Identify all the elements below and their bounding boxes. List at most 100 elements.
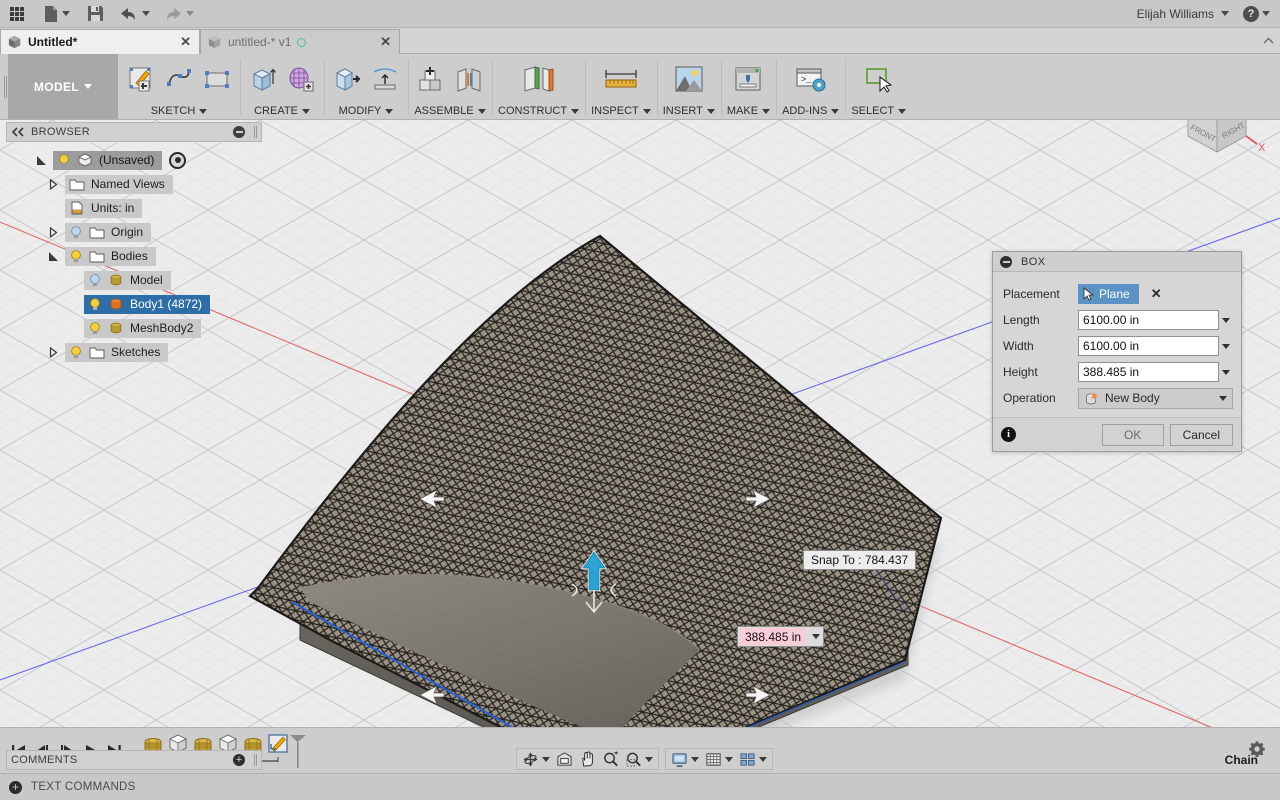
look-at-button[interactable] — [553, 749, 576, 769]
mesh-create-button[interactable] — [284, 62, 318, 96]
lightbulb-off-icon[interactable] — [88, 273, 102, 287]
ribbon-group-modify-label[interactable]: MODIFY — [339, 105, 394, 117]
tree-item-origin[interactable]: Origin — [6, 220, 262, 244]
cancel-button[interactable]: Cancel — [1170, 424, 1233, 446]
app-grid-button[interactable] — [0, 1, 34, 27]
tree-item-unsaved[interactable]: (Unsaved) — [6, 148, 262, 172]
ribbon-group-make-label[interactable]: MAKE — [727, 105, 770, 117]
tree-item-units[interactable]: Units: in — [6, 196, 262, 220]
tree-item-model[interactable]: Model — [6, 268, 262, 292]
chevron-down-icon[interactable] — [707, 109, 715, 114]
ribbon-group-addins-label[interactable]: ADD-INS — [782, 105, 839, 117]
ribbon-group-assemble-label[interactable]: ASSEMBLE — [414, 105, 485, 117]
chevron-down-icon[interactable] — [142, 11, 150, 16]
create-sketch-button[interactable] — [124, 62, 158, 96]
chevron-down-icon[interactable] — [1222, 318, 1230, 323]
plus-circle-icon[interactable]: + — [9, 781, 22, 794]
collapse-arrow-icon[interactable] — [46, 177, 60, 191]
plus-circle-icon[interactable]: + — [233, 754, 245, 766]
timeline-end-marker[interactable] — [290, 735, 306, 768]
rectangle-button[interactable] — [200, 62, 234, 96]
display-settings-button[interactable] — [668, 749, 702, 769]
save-button[interactable] — [78, 1, 112, 27]
tree-item-sketches[interactable]: Sketches — [6, 340, 262, 364]
tree-chip[interactable]: Sketches — [65, 343, 168, 362]
lightbulb-on-icon[interactable] — [69, 345, 83, 359]
new-file-button[interactable] — [34, 1, 78, 27]
offset-plane-button[interactable] — [517, 62, 561, 96]
help-icon[interactable]: ? — [1243, 6, 1259, 22]
tree-chip[interactable]: MeshBody2 — [84, 319, 201, 338]
browser-header[interactable]: BROWSER — [6, 122, 262, 142]
comments-resize-grip[interactable] — [254, 754, 257, 766]
chevron-down-icon[interactable] — [831, 109, 839, 114]
tree-chip[interactable]: Named Views — [65, 175, 173, 194]
new-component-button[interactable] — [414, 62, 448, 96]
fillet-button[interactable] — [368, 62, 402, 96]
orbit-button[interactable] — [519, 749, 553, 769]
ribbon-group-create-label[interactable]: CREATE — [254, 105, 310, 117]
chevron-down-icon[interactable] — [812, 634, 820, 639]
ok-button[interactable]: OK — [1102, 424, 1164, 446]
collapse-arrow-icon[interactable] — [46, 225, 60, 239]
chevron-down-icon[interactable] — [1222, 370, 1230, 375]
ribbon-group-inspect-label[interactable]: INSPECT — [591, 105, 651, 117]
tree-chip-selected[interactable]: Body1 (4872) — [84, 295, 210, 314]
undo-button[interactable] — [112, 1, 156, 27]
length-input[interactable]: 6100.00 in — [1078, 310, 1219, 330]
chevron-down-icon[interactable] — [1222, 344, 1230, 349]
joint-button[interactable] — [452, 62, 486, 96]
chevron-down-icon[interactable] — [571, 109, 579, 114]
clear-selection-icon[interactable]: ✕ — [1151, 286, 1162, 302]
measure-button[interactable] — [600, 62, 642, 96]
tree-item-named-views[interactable]: Named Views — [6, 172, 262, 196]
lightbulb-on-icon[interactable] — [57, 153, 71, 167]
chevron-down-icon[interactable] — [898, 109, 906, 114]
collapse-arrow-icon[interactable] — [46, 345, 60, 359]
lightbulb-on-icon[interactable] — [88, 297, 102, 311]
chevron-down-icon[interactable] — [1262, 11, 1270, 16]
width-spinner[interactable] — [1219, 344, 1233, 349]
user-menu[interactable]: Elijah Williams ? — [1137, 6, 1280, 22]
pan-button[interactable] — [576, 749, 599, 769]
zoom-button[interactable] — [599, 749, 622, 769]
chevron-down-icon[interactable] — [759, 757, 767, 762]
dimension-value[interactable]: 388.485 in — [740, 628, 806, 645]
tree-chip[interactable]: Origin — [65, 223, 151, 242]
chevron-down-icon[interactable] — [385, 109, 393, 114]
3d-print-button[interactable] — [731, 62, 765, 96]
view-cube[interactable]: Y X TOP FRONT RIGHT — [1162, 120, 1274, 168]
chevron-down-icon[interactable] — [62, 11, 70, 16]
box-dialog-header[interactable]: BOX — [993, 252, 1241, 272]
spline-button[interactable] — [162, 62, 196, 96]
tree-item-bodies[interactable]: Bodies — [6, 244, 262, 268]
browser-resize-grip[interactable] — [254, 126, 257, 138]
tab-overflow-button[interactable] — [1256, 29, 1280, 54]
minus-circle-icon[interactable] — [233, 126, 245, 138]
tree-item-meshbody2[interactable]: MeshBody2 — [6, 316, 262, 340]
visibility-toggle-icon[interactable] — [169, 152, 186, 169]
tree-chip[interactable]: Bodies — [65, 247, 156, 266]
chevron-down-icon[interactable] — [691, 757, 699, 762]
chevron-down-icon[interactable] — [645, 757, 653, 762]
chevron-down-icon[interactable] — [762, 109, 770, 114]
tree-chip[interactable]: Units: in — [65, 199, 142, 218]
expand-arrow-icon[interactable] — [34, 153, 48, 167]
height-input[interactable]: 388.485 in — [1078, 362, 1219, 382]
chevron-down-icon[interactable] — [478, 109, 486, 114]
chevron-down-icon[interactable] — [542, 757, 550, 762]
ribbon-group-insert-label[interactable]: INSERT — [663, 105, 715, 117]
scripts-addins-button[interactable]: >_ — [792, 62, 830, 96]
press-pull-button[interactable] — [330, 62, 364, 96]
document-tab-untitled[interactable]: Untitled* ✕ — [0, 29, 200, 54]
tree-chip[interactable]: (Unsaved) — [53, 151, 162, 170]
chevron-down-icon[interactable] — [643, 109, 651, 114]
3d-viewport[interactable]: BROWSER — [0, 120, 1280, 775]
dimension-dropdown-button[interactable] — [808, 634, 823, 639]
tree-item-body1[interactable]: Body1 (4872) — [6, 292, 262, 316]
expand-arrow-icon[interactable] — [46, 249, 60, 263]
length-spinner[interactable] — [1219, 318, 1233, 323]
chevron-down-icon[interactable] — [1219, 396, 1227, 401]
text-commands-bar[interactable]: + TEXT COMMANDS — [0, 773, 1280, 800]
width-input[interactable]: 6100.00 in — [1078, 336, 1219, 356]
